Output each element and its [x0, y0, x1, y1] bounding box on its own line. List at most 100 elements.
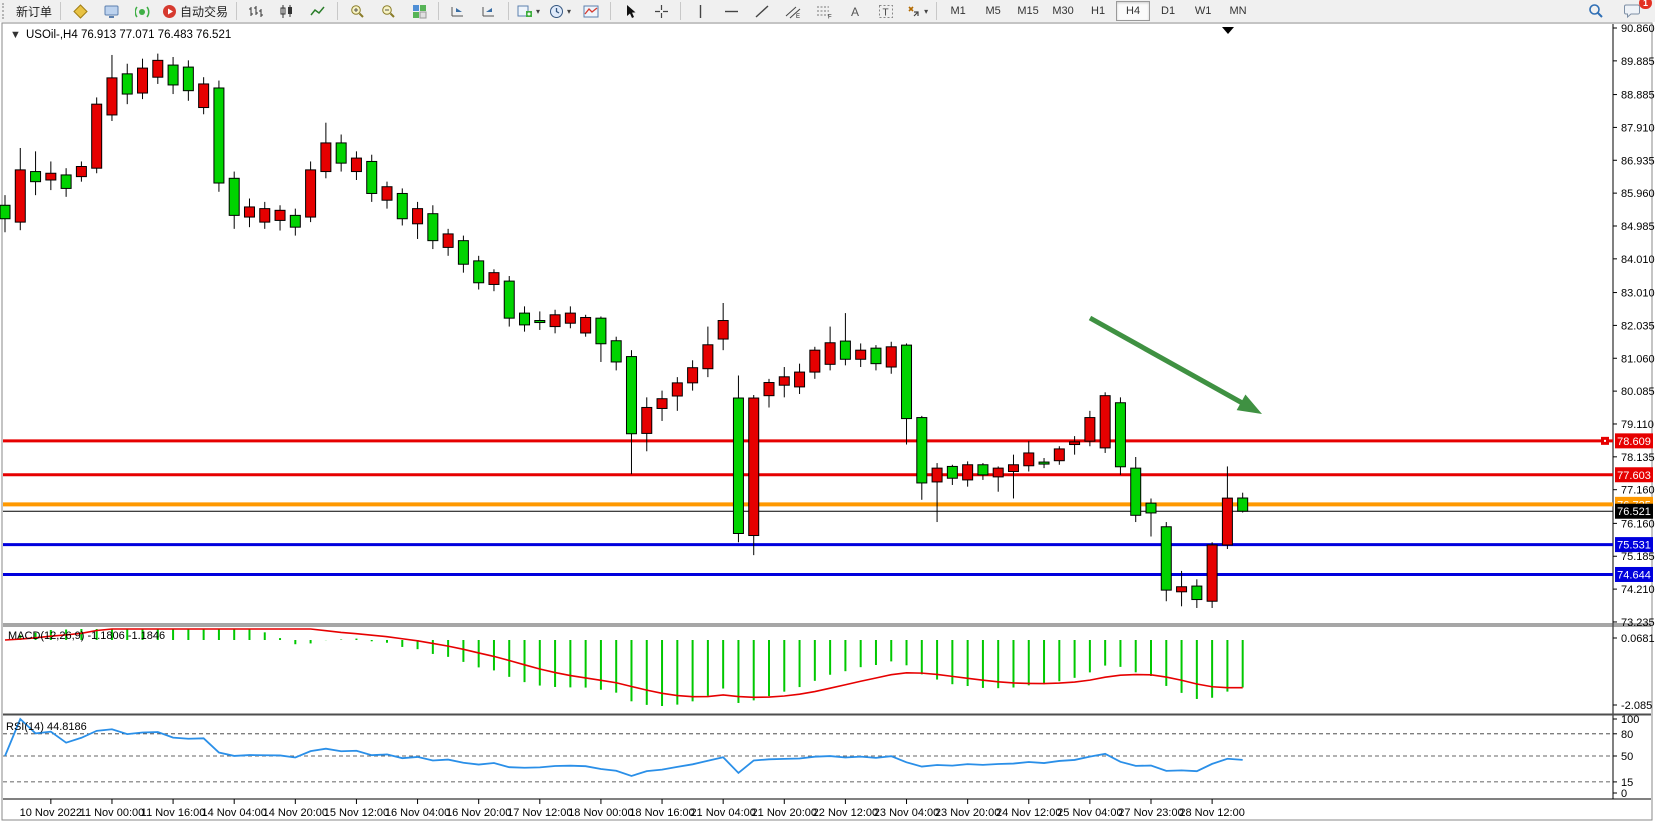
- timeframe-button-mn[interactable]: MN: [1221, 1, 1255, 21]
- fibonacci-button[interactable]: F: [809, 0, 839, 22]
- candlesticks: [0, 54, 1248, 608]
- candle-body: [1100, 396, 1110, 448]
- indicators-button[interactable]: [576, 0, 606, 22]
- trend-arrow-head[interactable]: [1237, 394, 1262, 414]
- candle-body: [611, 341, 621, 362]
- chart-window: 90.86089.88588.88587.91086.93585.96084.9…: [0, 22, 1655, 823]
- svg-text:80.085: 80.085: [1621, 386, 1655, 398]
- clock-icon: [549, 4, 564, 19]
- text-label-button[interactable]: T: [871, 0, 901, 22]
- arrows-button[interactable]: ▾: [902, 0, 932, 22]
- svg-text:50: 50: [1621, 751, 1633, 763]
- toolbar-separator: [508, 2, 509, 20]
- chart-title: ▼ USOil-,H4 76.913 77.071 76.483 76.521: [10, 29, 231, 41]
- signals-button[interactable]: [127, 0, 157, 22]
- chat-button[interactable]: 1: [1617, 0, 1647, 22]
- chart-shift-marker[interactable]: [1222, 27, 1234, 34]
- cursor-icon: [623, 4, 637, 19]
- candle-body: [550, 315, 560, 327]
- cursor-button[interactable]: [615, 0, 645, 22]
- history-center-button[interactable]: [65, 0, 95, 22]
- timeframe-button-m15[interactable]: M15: [1011, 1, 1045, 21]
- newchart-icon: [517, 4, 533, 19]
- candle-body: [443, 234, 453, 247]
- candle-body: [0, 205, 10, 218]
- timeframe-button-h1[interactable]: H1: [1081, 1, 1115, 21]
- diamond-icon: [73, 4, 88, 19]
- svg-text:-2.085: -2.085: [1621, 700, 1652, 712]
- line-chart-button[interactable]: [303, 0, 333, 22]
- timeframe-button-w1[interactable]: W1: [1186, 1, 1220, 21]
- chart-shift-button[interactable]: [474, 0, 504, 22]
- candle-body: [779, 377, 789, 385]
- svg-text:USOil-,H4 76.913 77.071 76.48: USOil-,H4 76.913 77.071 76.483 76.521: [26, 29, 231, 41]
- channel-button[interactable]: E: [778, 0, 808, 22]
- terminal-button[interactable]: [96, 0, 126, 22]
- autotrade-icon: [162, 4, 177, 19]
- candle-body: [733, 398, 743, 533]
- candle-body: [1207, 545, 1217, 601]
- indicator-icon: [583, 4, 599, 19]
- timeframe-button-d1[interactable]: D1: [1151, 1, 1185, 21]
- chart-canvas[interactable]: 90.86089.88588.88587.91086.93585.96084.9…: [0, 22, 1655, 823]
- timeframe-button-m5[interactable]: M5: [976, 1, 1010, 21]
- svg-text:T: T: [883, 7, 889, 18]
- svg-text:0.0681: 0.0681: [1621, 633, 1655, 645]
- candle-body: [626, 357, 636, 434]
- candle-body: [963, 465, 973, 480]
- candle-body: [810, 350, 820, 372]
- dropdown-caret-icon[interactable]: ▾: [924, 7, 928, 16]
- dropdown-caret-icon[interactable]: ▾: [567, 7, 571, 16]
- new-order-button[interactable]: 新订单: [12, 0, 56, 22]
- timeframe-button-h4[interactable]: H4: [1116, 1, 1150, 21]
- timeframe-button-m30[interactable]: M30: [1046, 1, 1080, 21]
- candle-body: [382, 187, 392, 200]
- toolbar-grip[interactable]: [2, 3, 9, 19]
- svg-text:27 Nov 23:00: 27 Nov 23:00: [1118, 807, 1183, 819]
- svg-text:23 Nov 04:00: 23 Nov 04:00: [874, 807, 939, 819]
- candle-body: [1054, 449, 1064, 461]
- candle-body: [1024, 453, 1034, 466]
- main-toolbar: 新订单 自动交易 ▾ ▾ E F A T ▾ M1M5M15M30H1H4D1W1MN 1: [0, 0, 1655, 23]
- candle-body: [581, 317, 591, 333]
- svg-text:11 Nov 16:00: 11 Nov 16:00: [141, 807, 206, 819]
- vertical-line-button[interactable]: [685, 0, 715, 22]
- tile-windows-button[interactable]: [404, 0, 434, 22]
- candle-body: [76, 167, 86, 177]
- zoomin-icon: [350, 4, 365, 19]
- bar-chart-button[interactable]: [241, 0, 271, 22]
- candle-body: [489, 273, 499, 285]
- svg-text:F: F: [828, 14, 832, 19]
- auto-scroll-button[interactable]: [443, 0, 473, 22]
- dropdown-caret-icon[interactable]: ▾: [536, 7, 540, 16]
- svg-text:84.010: 84.010: [1621, 254, 1655, 266]
- search-button[interactable]: [1581, 0, 1611, 22]
- trend-arrow[interactable]: [1090, 318, 1250, 407]
- time-axis[interactable]: 10 Nov 202211 Nov 00:0011 Nov 16:0014 No…: [20, 799, 1245, 819]
- svg-text:77.603: 77.603: [1617, 470, 1651, 482]
- trendline-button[interactable]: [747, 0, 777, 22]
- svg-text:▼: ▼: [10, 29, 21, 41]
- svg-text:78.609: 78.609: [1617, 436, 1651, 448]
- zoom-out-button[interactable]: [373, 0, 403, 22]
- crosshair-button[interactable]: [646, 0, 676, 22]
- svg-text:73.235: 73.235: [1621, 617, 1655, 629]
- auto-trading-button[interactable]: 自动交易: [158, 0, 232, 22]
- horizontal-lines[interactable]: 78.60977.60376.72576.52175.53174.644: [3, 433, 1653, 582]
- candle-body: [535, 321, 545, 323]
- horizontal-line-button[interactable]: [716, 0, 746, 22]
- chartshift-icon: [481, 4, 497, 19]
- zoom-in-button[interactable]: [342, 0, 372, 22]
- candle-chart-button[interactable]: [272, 0, 302, 22]
- period-button[interactable]: ▾: [545, 0, 575, 22]
- new-chart-button[interactable]: ▾: [513, 0, 544, 22]
- text-button[interactable]: A: [840, 0, 870, 22]
- candle-body: [749, 398, 759, 535]
- timeframe-button-m1[interactable]: M1: [941, 1, 975, 21]
- svg-text:81.060: 81.060: [1621, 353, 1655, 365]
- svg-text:18 Nov 16:00: 18 Nov 16:00: [629, 807, 694, 819]
- svg-text:18 Nov 00:00: 18 Nov 00:00: [568, 807, 633, 819]
- svg-text:14 Nov 04:00: 14 Nov 04:00: [201, 807, 266, 819]
- rsi-label: RSI(14) 44.8186: [6, 721, 87, 733]
- candle-body: [1238, 498, 1248, 511]
